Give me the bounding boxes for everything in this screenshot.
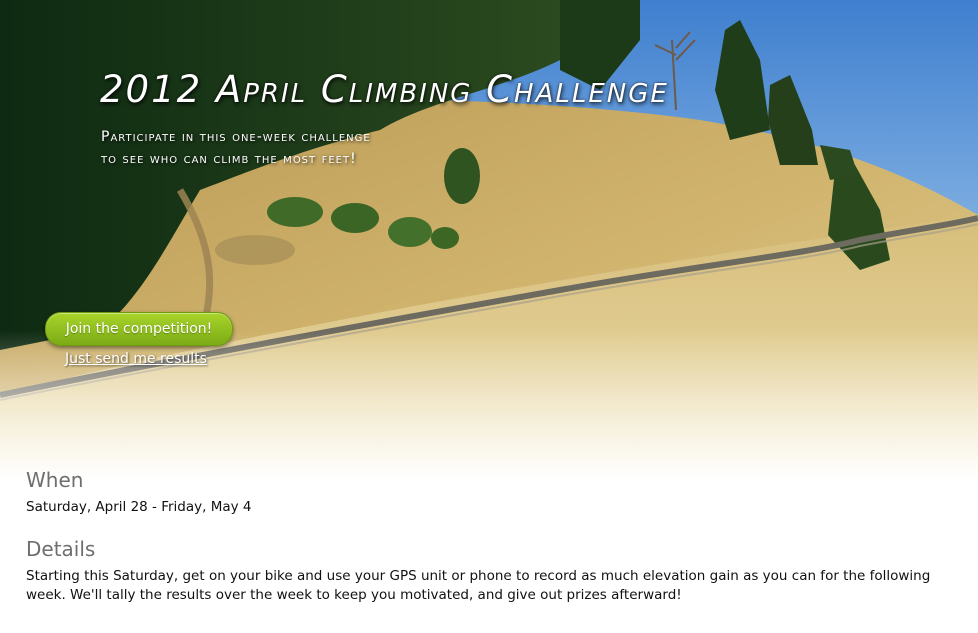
send-results-link[interactable]: Just send me results (65, 351, 207, 367)
page-title: 2012 April Climbing Challenge (100, 68, 669, 111)
hero-subtitle: Participate in this one-week challenge t… (101, 126, 371, 170)
hero-banner: 2012 April Climbing Challenge Participat… (0, 0, 978, 480)
hero-subtitle-line: to see who can climb the most feet! (101, 151, 357, 167)
when-text: Saturday, April 28 - Friday, May 4 (26, 499, 252, 515)
when-heading: When (26, 468, 84, 492)
details-heading: Details (26, 537, 96, 561)
join-competition-button[interactable]: Join the competition! (45, 312, 233, 346)
hero-subtitle-line: Participate in this one-week challenge (101, 129, 371, 145)
details-text: Starting this Saturday, get on your bike… (26, 568, 931, 603)
event-info: When Saturday, April 28 - Friday, May 4 … (26, 466, 956, 605)
